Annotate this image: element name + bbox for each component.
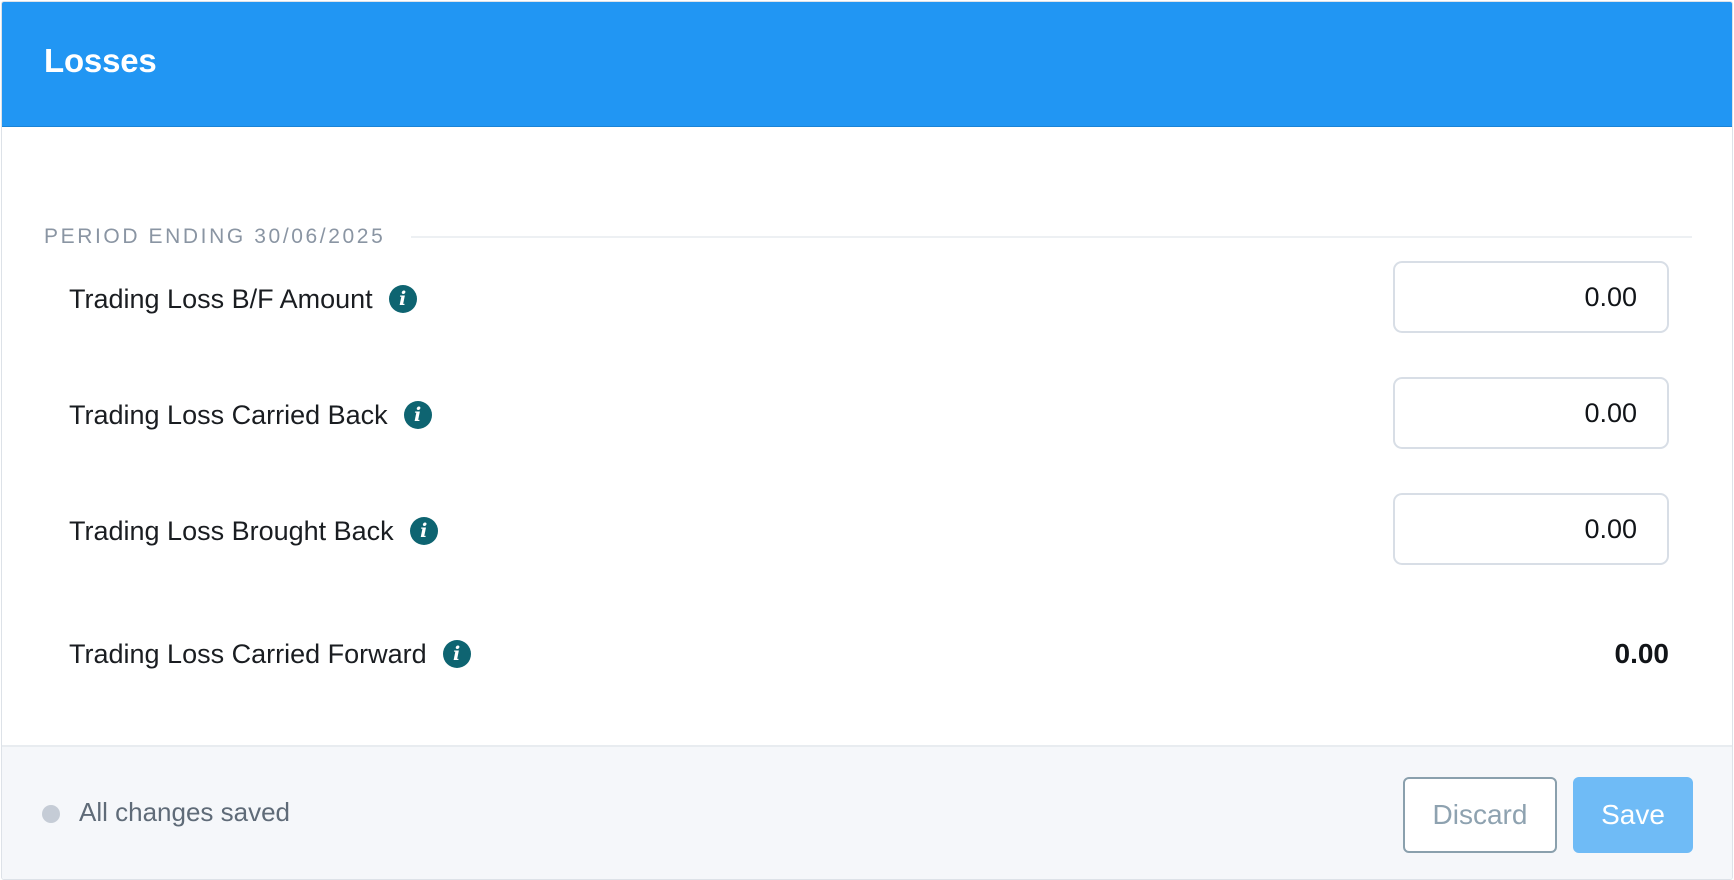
status-dot-icon	[42, 805, 60, 823]
period-label: PERIOD ENDING 30/06/2025	[44, 225, 386, 248]
trading-loss-brought-back-label: Trading Loss Brought Back	[69, 515, 394, 546]
info-icon[interactable]: i	[409, 517, 438, 545]
save-status-text: All changes saved	[79, 797, 291, 827]
row-trading-loss-bf-amount: Trading Loss B/F Amount i	[69, 261, 1669, 337]
trading-loss-carried-forward-value: 0.00	[1614, 638, 1670, 669]
losses-panel: Losses PERIOD ENDING 30/06/2025 Trading …	[1, 1, 1733, 880]
panel-title: Losses	[44, 42, 157, 79]
row-trading-loss-carried-back: Trading Loss Carried Back i	[69, 377, 1669, 453]
trading-loss-bf-amount-input[interactable]	[1393, 261, 1669, 333]
trading-loss-bf-amount-label: Trading Loss B/F Amount	[69, 283, 373, 314]
panel-header: Losses	[2, 2, 1732, 127]
info-icon[interactable]: i	[442, 640, 471, 668]
trading-loss-brought-back-input[interactable]	[1393, 493, 1669, 565]
section-divider	[411, 236, 1692, 238]
discard-button[interactable]: Discard	[1403, 777, 1557, 853]
panel-footer: All changes saved Discard Save	[2, 745, 1732, 879]
trading-loss-carried-forward-label: Trading Loss Carried Forward	[69, 638, 427, 669]
trading-loss-carried-back-label: Trading Loss Carried Back	[69, 399, 388, 430]
info-icon[interactable]: i	[388, 285, 417, 313]
row-trading-loss-carried-forward: Trading Loss Carried Forward i 0.00	[69, 616, 1669, 692]
period-section-header: PERIOD ENDING 30/06/2025	[44, 223, 1692, 251]
info-icon[interactable]: i	[403, 401, 432, 429]
save-button[interactable]: Save	[1573, 777, 1693, 853]
trading-loss-carried-back-input[interactable]	[1393, 377, 1669, 449]
row-trading-loss-brought-back: Trading Loss Brought Back i	[69, 493, 1669, 569]
